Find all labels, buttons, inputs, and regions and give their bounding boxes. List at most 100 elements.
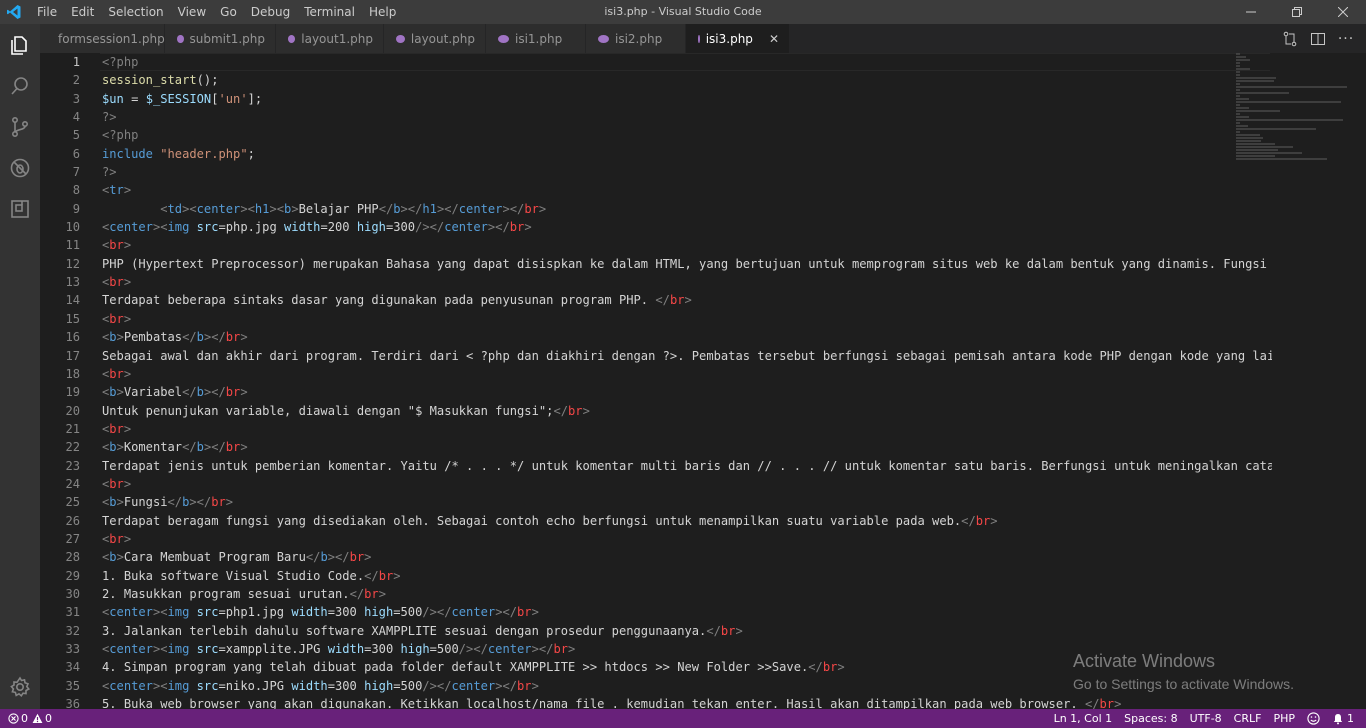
tab-formsession1[interactable]: formsession1.php [40,24,165,53]
tab-layout[interactable]: layout.php [384,24,486,53]
code-token: img [167,678,190,693]
code-token: $_SESSION [145,91,212,106]
warning-count: 0 [45,712,52,725]
cursor-position[interactable]: Ln 1, Col 1 [1048,709,1119,728]
code-token: b [109,550,117,565]
code-token: tr [109,183,124,198]
code-token: > [123,275,132,290]
code-token: </ [706,623,721,638]
code-token: </ [1084,697,1100,709]
code-line: 1. Buka software Visual Studio Code.</br… [102,567,1272,585]
feedback-button[interactable] [1301,709,1326,728]
code-line: <?php [102,126,1272,144]
minimap-line [1236,62,1240,64]
more-actions-button[interactable]: ··· [1332,24,1360,53]
close-window-button[interactable] [1320,0,1366,24]
minimap-line [1236,107,1249,109]
code-token: ></ [531,642,554,656]
code-token: ?> [102,110,117,125]
code-token: > [116,385,124,400]
problems-indicator[interactable]: 0 0 [8,709,58,728]
minimap[interactable] [1236,53,1358,709]
language-mode[interactable]: PHP [1267,709,1301,728]
menu-go[interactable]: Go [213,0,244,24]
line-number: 31 [65,605,80,620]
code-token: center [451,605,496,620]
source-control-button[interactable] [0,106,40,147]
code-token: </ [182,440,197,455]
tab-submit1[interactable]: submit1.php [165,24,276,53]
code-token: > [531,605,539,620]
code-token: > [393,568,401,583]
code-token: center [109,220,153,235]
open-changes-button[interactable] [1276,24,1304,53]
extensions-button[interactable] [0,188,40,229]
minimap-line [1236,116,1249,118]
close-icon [1338,7,1348,17]
tab-label: layout1.php [301,31,373,46]
notifications-button[interactable]: 1 [1326,709,1360,728]
explorer-button[interactable] [0,24,40,65]
editor-actions: ··· [1276,24,1366,53]
indentation[interactable]: Spaces: 8 [1118,709,1183,728]
minimap-line [1236,53,1240,55]
menu-terminal[interactable]: Terminal [297,0,362,24]
minimap-line [1236,158,1327,160]
restore-button[interactable] [1274,0,1320,24]
code-token: /></ [422,678,452,693]
code-token: br [720,623,736,638]
code-token: high [364,605,394,620]
code-line: <b>Variabel</b></br> [102,383,1272,401]
code-token: br [822,660,838,675]
line-number: 5 [72,128,80,143]
menu-edit[interactable]: Edit [64,0,101,24]
tab-layout1[interactable]: layout1.php [276,24,384,53]
debug-button[interactable] [0,147,40,188]
menu-file[interactable]: File [30,0,64,24]
encoding[interactable]: UTF-8 [1184,709,1228,728]
code-editor[interactable]: 1 2 3 4 5 6 7 8 9 10 11 12 13 14 15 16 17 18 19 20 21 22 23 24 2… [40,53,1366,709]
tab-isi2[interactable]: isi2.php [586,24,686,53]
code-token: > [1114,697,1122,709]
code-token: ></ [400,201,423,216]
code-area[interactable]: <?php session_start(); $un = $_SESSION['un… [102,53,1272,709]
code-token: center [458,201,503,216]
code-line: Terdapat jenis untuk pemberian komentar.… [102,457,1272,475]
tab-label: submit1.php [189,31,266,46]
code-token: </ [364,568,379,583]
explorer-icon [11,35,27,55]
manage-button[interactable] [0,666,40,707]
menu-selection[interactable]: Selection [101,0,170,24]
code-token: br [975,513,991,528]
end-of-line[interactable]: CRLF [1228,709,1268,728]
tab-label: isi3.php [705,31,753,46]
minimize-button[interactable] [1228,0,1274,24]
line-number: 24 [65,476,80,491]
search-button[interactable] [0,65,40,106]
minimap-line [1236,104,1240,106]
code-token: PHP (Hypertext Preprocessor) merupakan B… [102,256,1272,271]
tab-isi3[interactable]: isi3.php ✕ [686,24,790,53]
code-token: br [109,311,124,326]
code-token: =300 [364,642,401,656]
code-token: >< [269,201,285,216]
split-editor-button[interactable] [1304,24,1332,53]
code-token: br [225,330,241,345]
tab-close-icon[interactable]: ✕ [769,32,779,46]
code-token: width [291,605,328,620]
code-token: src [196,678,219,693]
code-token: src [196,642,219,656]
code-token: center [196,201,241,216]
tab-isi1[interactable]: isi1.php [486,24,586,53]
code-line: 3. Jalankan terlebih dahulu software XAM… [102,622,1272,640]
menu-view[interactable]: View [171,0,213,24]
code-token: ?> [102,165,117,180]
code-token: 'un' [218,91,248,106]
code-token: > [378,586,386,601]
code-token: Terdapat beragam fungsi yang disediakan … [102,513,962,528]
menu-debug[interactable]: Debug [244,0,297,24]
code-token: br [669,293,685,308]
menu-help[interactable]: Help [362,0,403,24]
